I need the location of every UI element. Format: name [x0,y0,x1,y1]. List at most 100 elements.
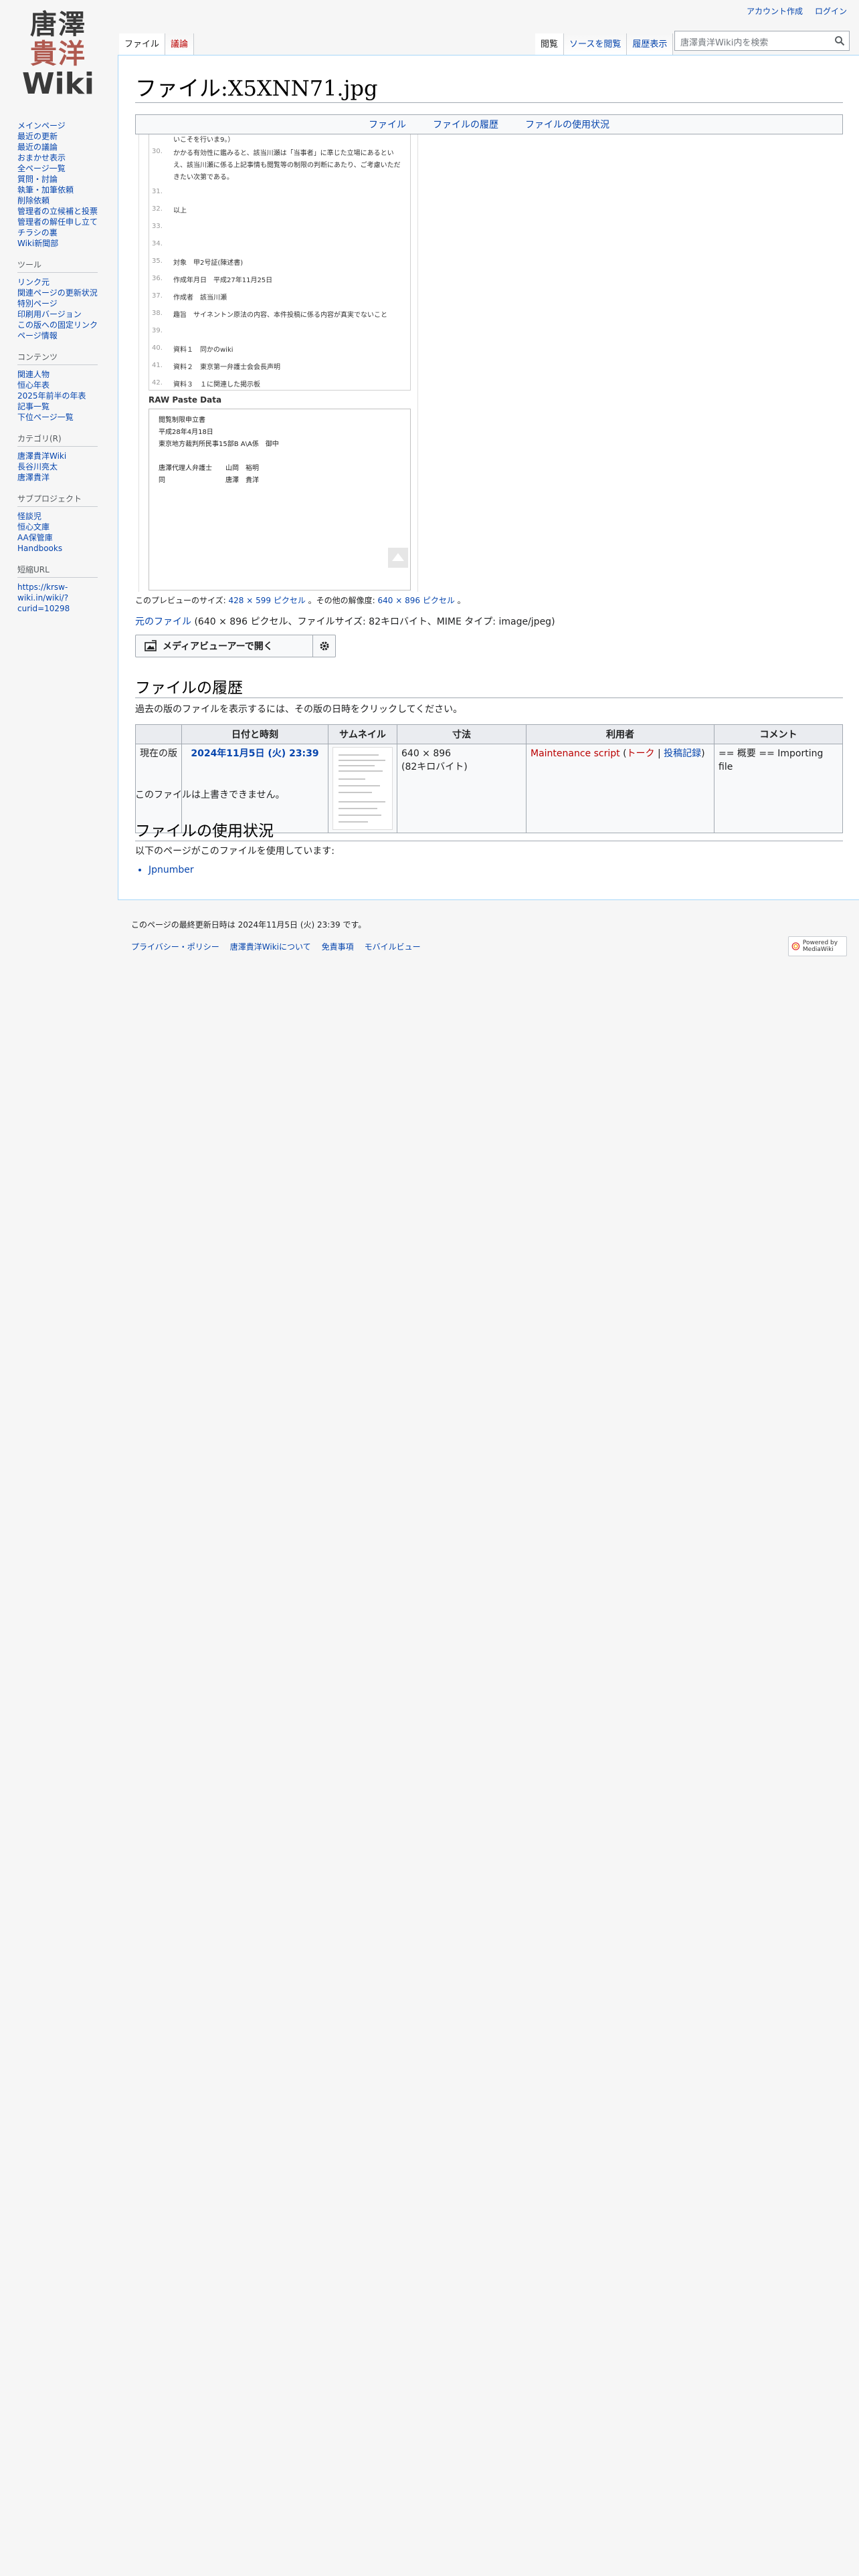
sidebar-item-subpages[interactable]: 下位ページ一覧 [17,412,118,423]
table-header-row: 日付と時刻 サムネイル 寸法 利用者 コメント [135,724,843,744]
footer-mobile-link[interactable]: モバイルビュー [365,941,421,952]
preview-line-number: 36. [152,275,163,282]
raw-paste-line: 平成28年4月18日 [159,429,213,436]
sidebar-item-main-page[interactable]: メインページ [17,120,118,131]
search-icon[interactable] [834,35,845,46]
sidebar-item-whatlinkshere[interactable]: リンク元 [17,277,118,288]
preview-line-text: 趣旨 サイネントン原法の内容、本件投稿に係る内容が真実でないこと [173,312,387,319]
login-link[interactable]: ログイン [815,5,847,17]
toc-file-usage[interactable]: ファイルの使用状況 [525,115,609,134]
original-file-detail: (640 × 896 ピクセル、ファイルサイズ: 82キロバイト、MIME タイ… [194,617,555,627]
sidebar-item-category-karasawa[interactable]: 唐澤貴洋 [17,472,118,483]
tools-heading: ツール [17,259,98,273]
row-user-talk-link[interactable]: トーク [627,748,655,759]
row-user-link[interactable]: Maintenance script [531,748,620,759]
row-user-cell: Maintenance script (トーク | 投稿記録) [526,744,714,833]
create-account-link[interactable]: アカウント作成 [747,5,803,17]
preview-line-text: 以上 [173,207,187,215]
preview-size-info: このプレビューのサイズ: 428 × 599 ピクセル 。その他の解像度: 64… [135,595,466,606]
row-dimensions-cell: 640 × 896 (82キロバイト) [397,744,527,833]
usage-page-link[interactable]: Jpnumber [149,865,194,875]
sidebar-item-special-pages[interactable]: 特別ページ [17,298,118,309]
powered-by-mediawiki-badge[interactable]: Powered by MediaWiki [788,936,847,956]
other-res-end: 。 [457,596,466,605]
preview-line-number: 39. [152,327,163,334]
sidebar-item-timeline-2025[interactable]: 2025年前半の年表 [17,391,118,401]
raw-paste-title: RAW Paste Data [149,395,222,405]
file-history-intro: 過去の版のファイルを表示するには、その版の日時をクリックしてください。 [135,704,463,715]
media-viewer-label: メディアビューアーで開く [163,641,273,652]
toc-file-history[interactable]: ファイルの履歴 [433,115,498,134]
footer-privacy-link[interactable]: プライバシー・ポリシー [131,941,219,952]
column-header-datetime: 日付と時刻 [181,724,328,744]
sidebar-item-related-changes[interactable]: 関連ページの更新状況 [17,288,118,298]
sidebar-item-deletion[interactable]: 削除依頼 [17,195,118,206]
sidebar-item-article-list[interactable]: 記事一覧 [17,401,118,412]
row-datetime-link[interactable]: 2024年11月5日 (火) 23:39 [191,748,318,759]
preview-line-text: 対象 甲2号証(陳述書) [173,259,244,267]
file-usage-intro: 以下のページがこのファイルを使用しています: [135,846,335,857]
tab-file[interactable]: ファイル [119,33,166,55]
original-file-info: 元のファイル (640 × 896 ピクセル、ファイルサイズ: 82キロバイト、… [135,615,555,628]
tab-history[interactable]: 履歴表示 [627,33,674,55]
column-header-dimensions: 寸法 [397,724,527,744]
sidebar-item-random[interactable]: おまかせ表示 [17,152,118,163]
row-thumbnail[interactable] [332,747,393,830]
toc-file[interactable]: ファイル [369,115,406,134]
raw-paste-line: 唐澤代理人弁護士 山岡 裕明 [159,465,259,472]
media-viewer-settings-button[interactable] [313,635,335,657]
sidebar-item-category-hasegawa[interactable]: 長谷川亮太 [17,461,118,472]
other-res-label: 。その他の解像度: [308,596,375,605]
sidebar-item-newspaper[interactable]: Wiki新聞部 [17,238,118,249]
sidebar-item-recent-discussions[interactable]: 最近の議論 [17,142,118,152]
sidebar-item-page-info[interactable]: ページ情報 [17,330,118,341]
raw-paste-line: 閲覧制限申立書 [159,417,205,424]
preview-line-text: かかる有効性に鑑みると、該当川瀬は「当事者」に準じた立場にあるといえ、該当川瀬に… [173,150,401,181]
sidebar-item-requests[interactable]: 執筆・加筆依頼 [17,185,118,195]
column-header-state [135,724,182,744]
gear-icon [320,641,328,651]
row-user-contribs-link[interactable]: 投稿記録 [664,748,701,759]
sidebar-categories: カテゴリ(R) 唐澤貴洋Wiki 長谷川亮太 唐澤貴洋 [17,433,118,483]
sidebar-item-aa[interactable]: AA保管庫 [17,532,118,543]
site-logo[interactable]: 唐澤 貴洋 Wiki [15,8,102,102]
preview-line-text: 資料１ 同かのwiki [173,346,233,354]
preview-size-link[interactable]: 428 × 599 ピクセル [229,596,306,605]
sidebar-item-people[interactable]: 関連人物 [17,369,118,380]
logo-line-3: Wiki [22,67,94,101]
footer-about-link[interactable]: 唐澤貴洋Wikiについて [230,941,311,952]
sidebar-item-handbooks[interactable]: Handbooks [17,543,118,554]
file-usage-list: Jpnumber [149,865,194,875]
tab-discussion[interactable]: 議論 [165,33,195,55]
sidebar-item-category-wiki[interactable]: 唐澤貴洋Wiki [17,451,118,461]
search-input[interactable]: 唐澤貴洋Wiki内を検索 [674,31,850,51]
preview-line-number: 42. [152,379,163,387]
sidebar-item-chirashi[interactable]: チラシの裏 [17,227,118,238]
logo-line-1: 唐澤 [30,9,86,40]
sidebar-navigation: メインページ 最近の更新 最近の議論 おまかせ表示 全ページ一覧 質問・討論 執… [17,120,118,249]
sidebar-item-admin-removal[interactable]: 管理者の解任申し立て [17,217,118,227]
column-header-comment: コメント [714,724,843,744]
preview-line-number: 34. [152,240,163,247]
shorturl-heading: 短縮URL [17,564,98,578]
sidebar-item-printable[interactable]: 印刷用バージョン [17,309,118,320]
sidebar-item-all-pages[interactable]: 全ページ一覧 [17,163,118,174]
history-divider [135,697,843,698]
footer-disclaimer-link[interactable]: 免責事項 [322,941,354,952]
sidebar-item-admin-candidacy[interactable]: 管理者の立候補と投票 [17,206,118,217]
sidebar-item-permalink[interactable]: この版への固定リンク [17,320,118,330]
other-res-link[interactable]: 640 × 896 ピクセル [378,596,455,605]
namespace-tabs: ファイル 議論 [119,33,195,55]
sidebar-item-timeline[interactable]: 恒心年表 [17,380,118,391]
sidebar-item-koshin-bunko[interactable]: 恒心文庫 [17,522,118,532]
sidebar-item-questions[interactable]: 質問・討論 [17,174,118,185]
short-url-link[interactable]: https://krsw-wiki.in/wiki/?curid=10298 [17,582,91,614]
open-media-viewer-button[interactable]: メディアビューアーで開く [136,635,313,657]
tab-view-source[interactable]: ソースを閲覧 [564,33,628,55]
tab-read[interactable]: 閲覧 [535,33,565,55]
sidebar-item-recent-changes[interactable]: 最近の更新 [17,131,118,142]
original-file-link[interactable]: 元のファイル [135,617,191,627]
row-size: (82キロバイト) [401,762,468,772]
sidebar-item-kaidanji[interactable]: 怪談児 [17,511,118,522]
file-preview-image[interactable]: いこそを行いま9。） 30. かかる有効性に鑑みると、該当川瀬は「当事者」に準じた… [138,134,418,592]
